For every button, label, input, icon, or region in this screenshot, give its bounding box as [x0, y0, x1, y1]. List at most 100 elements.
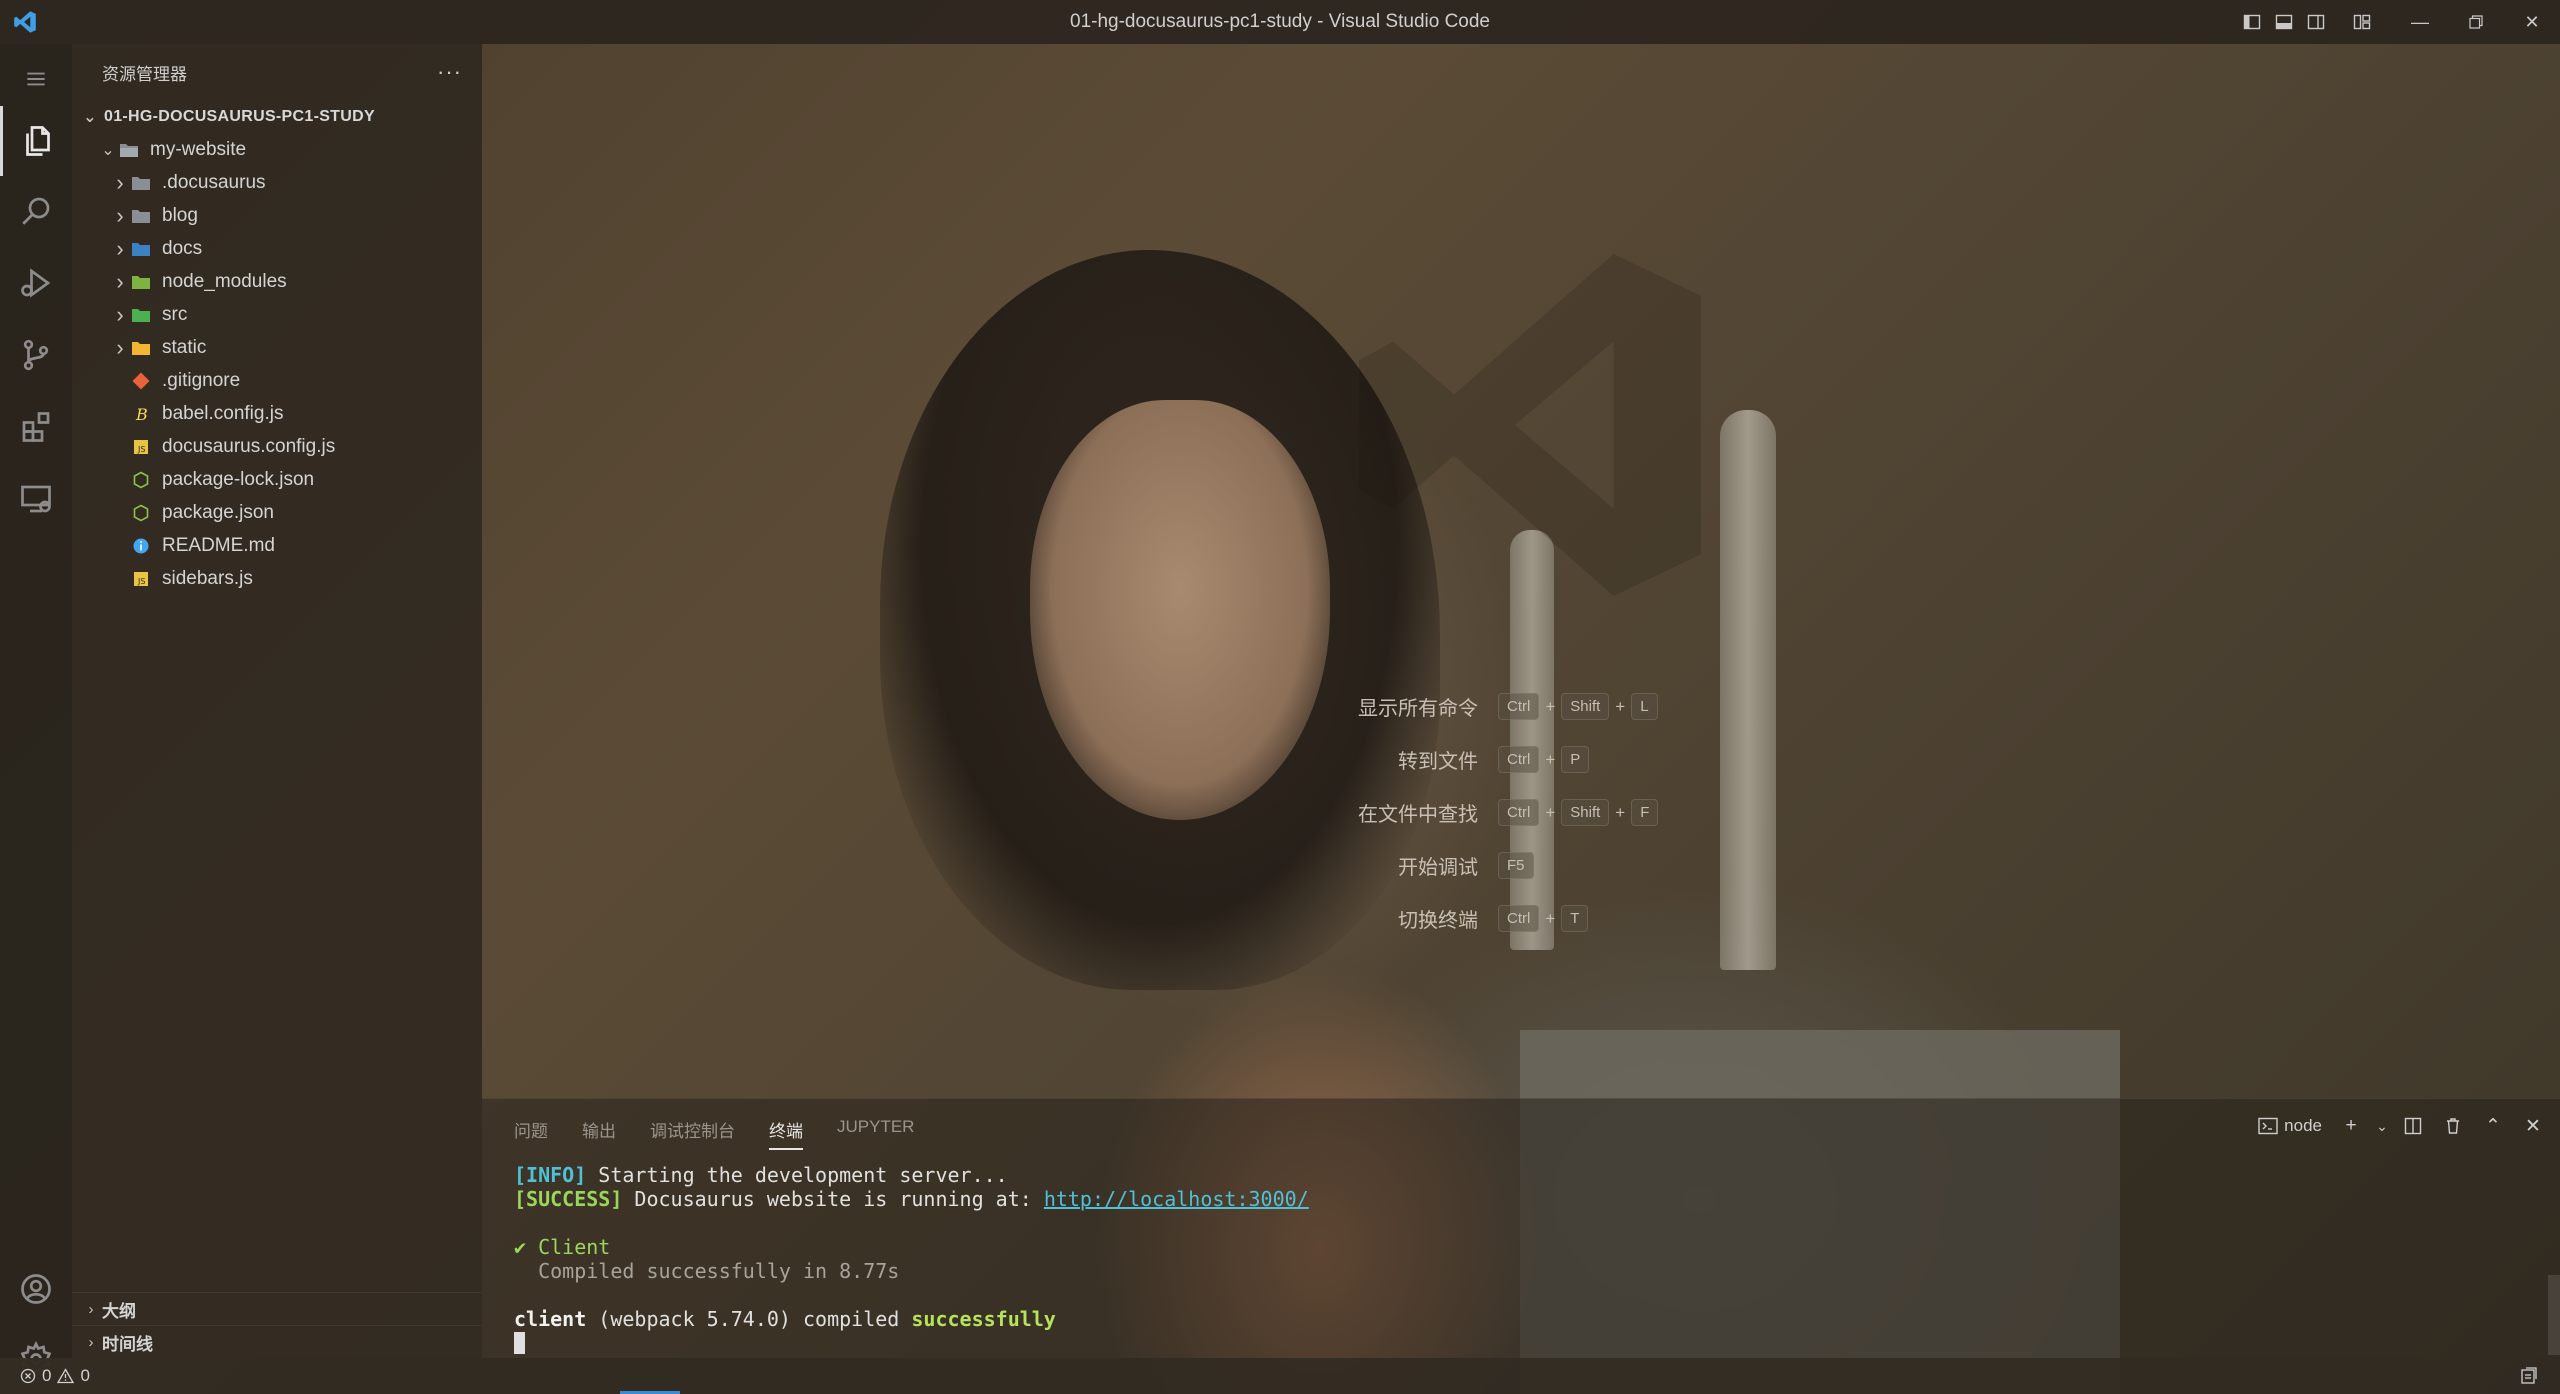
keybinding-key: F5 — [1498, 852, 1534, 879]
terminal-success-tag: [SUCCESS] — [514, 1187, 623, 1211]
menu-icon[interactable] — [0, 44, 72, 114]
chevron-right-icon: › — [116, 301, 124, 327]
tree-item-label: my-website — [150, 138, 247, 160]
new-terminal-icon[interactable]: + — [2334, 1109, 2368, 1143]
terminal-selector[interactable]: node — [2252, 1109, 2328, 1143]
sidebar-bottom-sections: › 大纲 › 时间线 — [72, 1292, 482, 1358]
tree-folder-my-website[interactable]: ⌄ my-website — [72, 133, 482, 166]
terminal-compiled-line: Compiled successfully in 8.77s — [514, 1259, 900, 1283]
explorer-sidebar: 资源管理器 ··· ⌄ 01-HG-DOCUSAURUS-PC1-STUDY ⌄… — [72, 44, 482, 1358]
run-debug-icon[interactable] — [0, 248, 72, 318]
accounts-icon[interactable] — [0, 1254, 72, 1324]
terminal-output[interactable]: [INFO] Starting the development server..… — [514, 1163, 1309, 1355]
panel-tab[interactable]: 问题 — [514, 1117, 548, 1150]
shortcut-label: 切换终端 — [1398, 910, 1478, 932]
svg-text:B: B — [135, 405, 148, 423]
shortcut-row: 开始调试 F5 — [1340, 839, 1662, 892]
tree-folder[interactable]: › static — [72, 331, 482, 364]
folder-icon — [130, 206, 152, 226]
outline-section[interactable]: › 大纲 — [72, 1292, 482, 1325]
tree-file[interactable]: .gitignore — [72, 364, 482, 397]
shortcut-label: 转到文件 — [1398, 751, 1478, 773]
remote-explorer-icon[interactable] — [0, 464, 72, 534]
error-count: 0 — [42, 1366, 52, 1385]
panel-actions: node + ⌄ ⌃ ✕ — [2252, 1109, 2550, 1143]
more-actions-icon[interactable]: ··· — [437, 59, 462, 85]
terminal-name: node — [2284, 1116, 2322, 1135]
toggle-secondary-sidebar-icon[interactable] — [2300, 0, 2332, 44]
tree-item-label: .docusaurus — [162, 171, 266, 193]
explorer-icon[interactable] — [0, 106, 72, 176]
editor-watermark-shortcuts: 显示所有命令 Ctrl + Shift + L 转到文件 Ctrl + P 在文件中查找 Ctrl + S… — [1340, 680, 1662, 945]
tree-item-label: blog — [162, 204, 198, 226]
keybinding-key: L — [1631, 693, 1658, 720]
panel-tab[interactable]: JUPYTER — [837, 1117, 914, 1150]
status-bar: 0 0 — [0, 1358, 2560, 1394]
problems-status[interactable]: 0 0 — [0, 1366, 90, 1386]
close-panel-icon[interactable]: ✕ — [2516, 1109, 2550, 1143]
shortcut-row: 在文件中查找 Ctrl + Shift + F — [1340, 786, 1662, 839]
terminal-scrollbar[interactable] — [2548, 1275, 2560, 1355]
localhost-link[interactable]: http://localhost:3000/ — [1044, 1187, 1309, 1211]
chevron-right-icon: › — [116, 202, 124, 228]
minimize-icon[interactable]: — — [2392, 0, 2448, 44]
terminal-line: Starting the development server... — [586, 1163, 1008, 1187]
vscode-watermark-logo — [1359, 254, 1701, 596]
tree-file[interactable]: JS sidebars.js — [72, 562, 482, 595]
toggle-panel-icon[interactable] — [2268, 0, 2300, 44]
timeline-section[interactable]: › 时间线 — [72, 1325, 482, 1358]
timeline-label: 时间线 — [102, 1334, 153, 1354]
tree-item-label: sidebars.js — [162, 567, 253, 589]
keybinding-key: Ctrl — [1498, 746, 1540, 773]
tree-folder[interactable]: › node_modules — [72, 265, 482, 298]
tree-file[interactable]: README.md — [72, 529, 482, 562]
keybinding-key: Ctrl — [1498, 905, 1540, 932]
tree-folder[interactable]: › src — [72, 298, 482, 331]
tree-file[interactable]: Bbabel.config.js — [72, 397, 482, 430]
svg-text:JS: JS — [137, 445, 145, 454]
terminal-cursor — [514, 1332, 525, 1354]
tree-folder[interactable]: › blog — [72, 199, 482, 232]
title-bar: 01-hg-docusaurus-pc1-study - Visual Stud… — [0, 0, 2560, 44]
restore-icon[interactable] — [2448, 0, 2504, 44]
extensions-icon[interactable] — [0, 392, 72, 462]
keybinding-key: P — [1561, 746, 1590, 773]
source-control-icon[interactable] — [0, 320, 72, 390]
tree-folder[interactable]: › docs — [72, 232, 482, 265]
shortcut-label: 显示所有命令 — [1358, 698, 1478, 720]
chevron-down-icon[interactable]: ⌄ — [2374, 1109, 2390, 1143]
search-icon[interactable] — [0, 176, 72, 246]
shortcut-row: 显示所有命令 Ctrl + Shift + L — [1340, 680, 1662, 733]
tree-folder[interactable]: › .docusaurus — [72, 166, 482, 199]
keybinding-key: F — [1631, 799, 1659, 826]
vscode-logo-icon[interactable] — [0, 0, 50, 44]
tree-item-label: package-lock.json — [162, 468, 315, 490]
close-window-icon[interactable]: ✕ — [2504, 0, 2560, 44]
maximize-panel-icon[interactable]: ⌃ — [2476, 1109, 2510, 1143]
customize-layout-icon[interactable] — [2346, 0, 2378, 44]
tree-file[interactable]: package.json — [72, 496, 482, 529]
terminal-client-check: ✔ Client — [514, 1235, 611, 1259]
notifications-icon[interactable] — [2520, 1358, 2538, 1394]
tree-file[interactable]: JS docusaurus.config.js — [72, 430, 482, 463]
window-title: 01-hg-docusaurus-pc1-study - Visual Stud… — [1070, 11, 1490, 32]
tree-file[interactable]: package-lock.json — [72, 463, 482, 496]
panel-tab[interactable]: 调试控制台 — [650, 1117, 735, 1150]
file-tree: › .docusaurus › blog › docs › node_modules › src ›… — [72, 166, 482, 595]
keybinding-key: T — [1561, 905, 1589, 932]
toggle-primary-sidebar-icon[interactable] — [2236, 0, 2268, 44]
trash-icon[interactable] — [2436, 1109, 2470, 1143]
git-icon — [130, 371, 152, 391]
split-terminal-icon[interactable] — [2396, 1109, 2430, 1143]
folder-node-icon — [130, 272, 152, 292]
folder-docs-icon — [130, 239, 152, 259]
chevron-right-icon: › — [116, 268, 124, 294]
workspace-root[interactable]: ⌄ 01-HG-DOCUSAURUS-PC1-STUDY — [72, 100, 482, 133]
panel-tab[interactable]: 输出 — [582, 1117, 616, 1150]
folder-open-icon — [118, 140, 140, 160]
key-separator: + — [1545, 696, 1556, 716]
panel-tab[interactable]: 终端 — [769, 1117, 803, 1150]
terminal-line: Docusaurus website is running at: — [622, 1187, 1044, 1211]
workspace-root-label: 01-HG-DOCUSAURUS-PC1-STUDY — [104, 107, 375, 125]
terminal-line: (webpack 5.74.0) compiled — [586, 1307, 912, 1331]
